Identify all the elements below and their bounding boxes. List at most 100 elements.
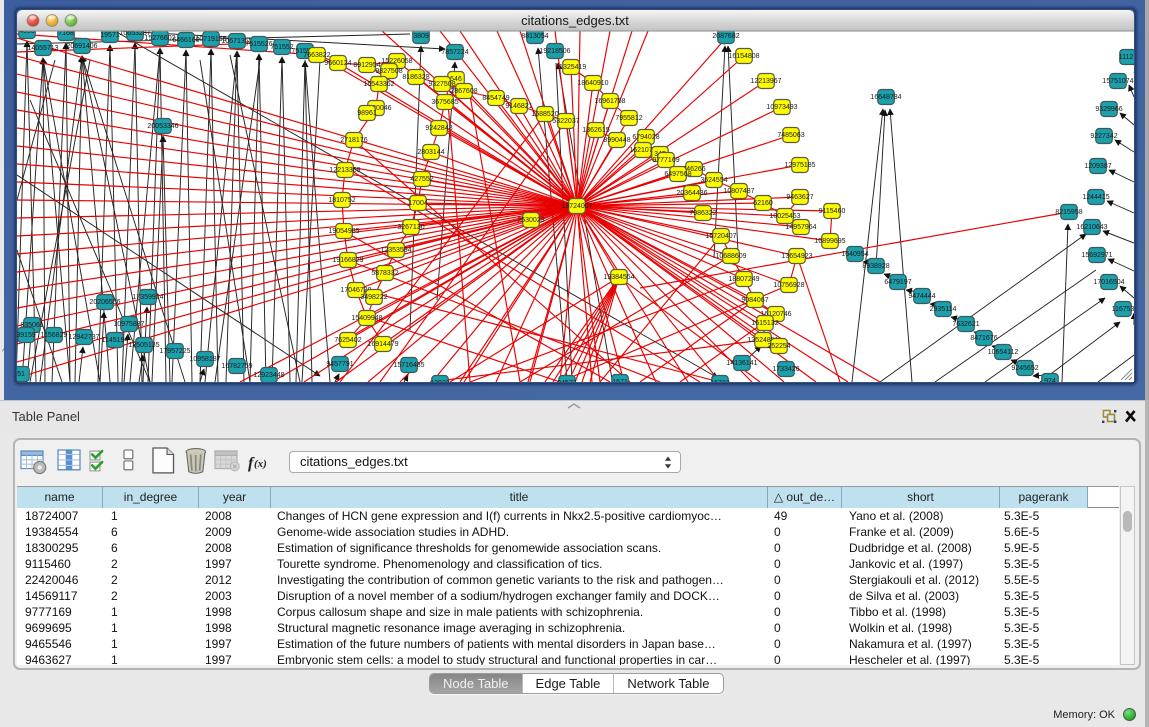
svg-text:1640954: 1640954: [841, 251, 868, 258]
svg-text:citations_edges.txt: citations_edges.txt: [521, 13, 629, 28]
svg-text:10975887: 10975887: [113, 321, 144, 328]
svg-text:6794028: 6794028: [632, 134, 659, 141]
svg-text:11325419: 11325419: [556, 64, 587, 71]
svg-text:9457791: 9457791: [326, 361, 353, 368]
svg-text:1209387: 1209387: [1084, 163, 1111, 170]
svg-text:9245652: 9245652: [1011, 365, 1038, 372]
svg-text:14136141: 14136141: [726, 360, 757, 367]
svg-text:1615132: 1615132: [751, 320, 778, 327]
svg-text:17016504: 17016504: [1093, 279, 1124, 286]
svg-text:12213967: 12213967: [750, 78, 781, 85]
svg-text:8990448: 8990448: [603, 137, 630, 144]
svg-text:6497568: 6497568: [664, 171, 691, 178]
svg-text:13654923: 13654923: [781, 253, 812, 260]
svg-text:19384554: 19384554: [603, 274, 634, 281]
svg-text:751552: 751552: [270, 44, 293, 51]
svg-text:3498222: 3498222: [360, 294, 387, 301]
svg-text:7857224: 7857224: [441, 49, 468, 56]
svg-text:2803144: 2803144: [417, 149, 444, 156]
svg-text:9227342: 9227342: [1090, 133, 1117, 140]
svg-text:15409948: 15409948: [351, 315, 382, 322]
svg-text:18807249: 18807249: [728, 276, 759, 283]
svg-text:9463627: 9463627: [786, 194, 813, 201]
svg-text:7663822: 7663822: [303, 52, 330, 59]
svg-text:18724007: 18724007: [561, 203, 592, 210]
svg-text:427552: 427552: [410, 176, 433, 183]
svg-text:16154808: 16154808: [728, 53, 759, 60]
svg-text:10899695: 10899695: [814, 238, 845, 245]
svg-text:17359924: 17359924: [132, 294, 163, 301]
svg-text:10654112: 10654112: [988, 349, 1019, 356]
svg-text:14055713: 14055713: [27, 45, 58, 52]
svg-text:9115460: 9115460: [819, 208, 846, 215]
svg-text:7955812: 7955812: [615, 115, 642, 122]
svg-text:15692971: 15692971: [1081, 252, 1112, 259]
svg-text:9827508: 9827508: [375, 68, 402, 75]
svg-text:2718176: 2718176: [340, 137, 367, 144]
svg-text:10958187: 10958187: [189, 356, 220, 363]
svg-text:15276602: 15276602: [144, 35, 175, 42]
svg-text:15751074: 15751074: [1102, 78, 1133, 85]
svg-text:10756928: 10756928: [773, 282, 804, 289]
svg-text:3267130: 3267130: [397, 224, 424, 231]
svg-text:1244415: 1244415: [1082, 194, 1109, 201]
svg-text:10973493: 10973493: [766, 104, 797, 111]
svg-text:19054985: 19054985: [328, 228, 359, 235]
svg-text:7986322: 7986322: [689, 210, 716, 217]
svg-text:14957964: 14957964: [785, 224, 816, 231]
svg-text:20691406: 20691406: [66, 43, 97, 50]
svg-text:8471676: 8471676: [970, 335, 997, 342]
svg-text:3675685: 3675685: [431, 99, 458, 106]
svg-text:1145194: 1145194: [102, 337, 129, 344]
svg-text:2087682: 2087682: [712, 33, 739, 40]
svg-text:9327508: 9327508: [428, 81, 455, 88]
svg-text:20206556: 20206556: [89, 299, 120, 306]
svg-text:8938928: 8938928: [862, 263, 889, 270]
svg-text:16210643: 16210643: [1076, 224, 1107, 231]
svg-text:12923448: 12923448: [253, 372, 284, 379]
svg-text:12942737: 12942737: [68, 334, 99, 341]
svg-text:20053346: 20053346: [147, 123, 178, 130]
svg-text:20364436: 20364436: [676, 190, 707, 197]
svg-text:5322037: 5322037: [552, 118, 579, 125]
svg-text:12213369: 12213369: [329, 167, 360, 174]
svg-text:16914479: 16914479: [367, 341, 398, 348]
svg-text:16543362: 16543362: [363, 81, 394, 88]
svg-text:9660124: 9660124: [324, 60, 351, 67]
svg-text:9329966: 9329966: [1095, 106, 1122, 113]
svg-text:9146821: 9146821: [505, 103, 532, 110]
svg-text:18640910: 18640910: [577, 80, 608, 87]
svg-text:17957225: 17957225: [159, 348, 190, 355]
svg-text:19571: 19571: [100, 32, 120, 39]
svg-text:(x): (x): [254, 458, 267, 470]
svg-text:12975185: 12975185: [784, 162, 815, 169]
svg-text:2867608: 2867608: [450, 88, 477, 95]
svg-text:12353594: 12353594: [380, 247, 411, 254]
svg-text:5878332: 5878332: [371, 270, 398, 277]
svg-text:16961758: 16961758: [594, 98, 625, 105]
svg-text:12505135: 12505135: [128, 342, 159, 349]
svg-text:17004: 17004: [408, 200, 428, 207]
svg-text:7625402: 7625402: [334, 337, 361, 344]
svg-text:19218506: 19218506: [539, 48, 570, 55]
svg-text:2530023: 2530023: [517, 217, 544, 224]
svg-text:9084067: 9084067: [741, 297, 768, 304]
svg-text:7632621: 7632621: [952, 321, 979, 328]
svg-text:1810752: 1810752: [328, 197, 355, 204]
svg-text:51: 51: [17, 371, 25, 378]
svg-text:252254: 252254: [767, 343, 790, 350]
svg-text:62160: 62160: [753, 200, 773, 207]
svg-text:39159: 39159: [16, 332, 36, 339]
svg-text:7485063: 7485063: [777, 132, 804, 139]
svg-text:3624554: 3624554: [700, 177, 727, 184]
svg-text:6479197: 6479197: [884, 279, 911, 286]
svg-text:8454749: 8454749: [482, 95, 509, 102]
svg-text:2935114: 2935114: [930, 306, 957, 313]
svg-text:16782759: 16782759: [221, 363, 252, 370]
svg-text:9777169: 9777169: [652, 157, 679, 164]
svg-text:98961: 98961: [357, 110, 377, 117]
svg-text:1588520: 1588520: [531, 111, 558, 118]
svg-text:10807487: 10807487: [723, 188, 754, 195]
svg-text:1156829: 1156829: [41, 332, 68, 339]
svg-text:8813054: 8813054: [521, 33, 548, 40]
